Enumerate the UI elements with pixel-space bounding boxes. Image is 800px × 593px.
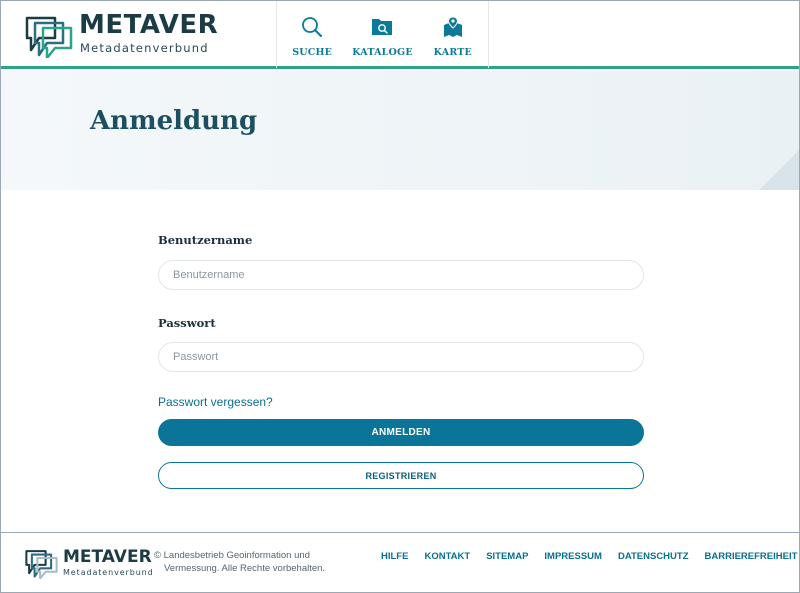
forgot-password-link[interactable]: Passwort vergessen? <box>158 395 273 409</box>
nav-item-suche[interactable]: SUCHE <box>277 1 347 68</box>
logo-title: METAVER <box>79 10 219 40</box>
catalog-folder-icon <box>372 19 393 35</box>
footer-links: HILFE KONTAKT SITEMAP IMPRESSUM DATENSCH… <box>381 551 797 562</box>
register-button[interactable]: REGISTRIEREN <box>158 462 644 489</box>
metaver-logo[interactable]: METAVER Metadatenverbund <box>25 10 218 58</box>
search-icon <box>302 17 323 37</box>
footer-link-kontakt[interactable]: KONTAKT <box>424 551 470 562</box>
logo-tagline: Metadatenverbund <box>80 41 209 55</box>
metaver-logo-icon <box>25 16 73 58</box>
main-navigation: SUCHE KATALOGE KARTE <box>276 1 489 68</box>
footer-logo-icon <box>25 550 58 579</box>
site-header: METAVER Metadatenverbund SUCHE KATALOGE <box>1 1 799 69</box>
footer-logo-title: METAVER <box>63 547 152 567</box>
nav-label-kataloge: KATALOGE <box>352 47 413 58</box>
login-button[interactable]: ANMELDEN <box>158 419 644 446</box>
footer-link-datenschutz[interactable]: DATENSCHUTZ <box>618 551 689 562</box>
footer-link-impressum[interactable]: IMPRESSUM <box>544 551 602 562</box>
password-label: Passwort <box>158 316 216 330</box>
copyright-line-2: Vermessung. Alle Rechte vorbehalten. <box>164 563 326 574</box>
username-input[interactable] <box>158 260 644 290</box>
footer-link-sitemap[interactable]: SITEMAP <box>486 551 528 562</box>
nav-item-kataloge[interactable]: KATALOGE <box>347 1 417 68</box>
page-banner: Anmeldung <box>1 71 799 190</box>
site-footer: METAVER Metadatenverbund © Landesbetrieb… <box>1 532 799 592</box>
footer-logo[interactable]: METAVER Metadatenverbund <box>25 547 155 580</box>
password-input[interactable] <box>158 342 644 372</box>
nav-label-karte: KARTE <box>433 47 472 58</box>
page-title: Anmeldung <box>90 106 258 136</box>
username-label: Benutzername <box>158 233 253 247</box>
map-icon <box>443 16 462 37</box>
footer-link-barrierefreiheit[interactable]: BARRIEREFREIHEIT <box>705 551 798 562</box>
nav-item-karte[interactable]: KARTE <box>418 1 488 68</box>
banner-decoration <box>759 150 799 190</box>
footer-link-hilfe[interactable]: HILFE <box>381 551 408 562</box>
footer-logo-tagline: Metadatenverbund <box>63 568 154 577</box>
copyright-text: © Landesbetrieb Geoinformation und Verme… <box>154 549 334 575</box>
nav-label-suche: SUCHE <box>292 47 333 58</box>
copyright-line-1: © Landesbetrieb Geoinformation und <box>154 550 310 561</box>
